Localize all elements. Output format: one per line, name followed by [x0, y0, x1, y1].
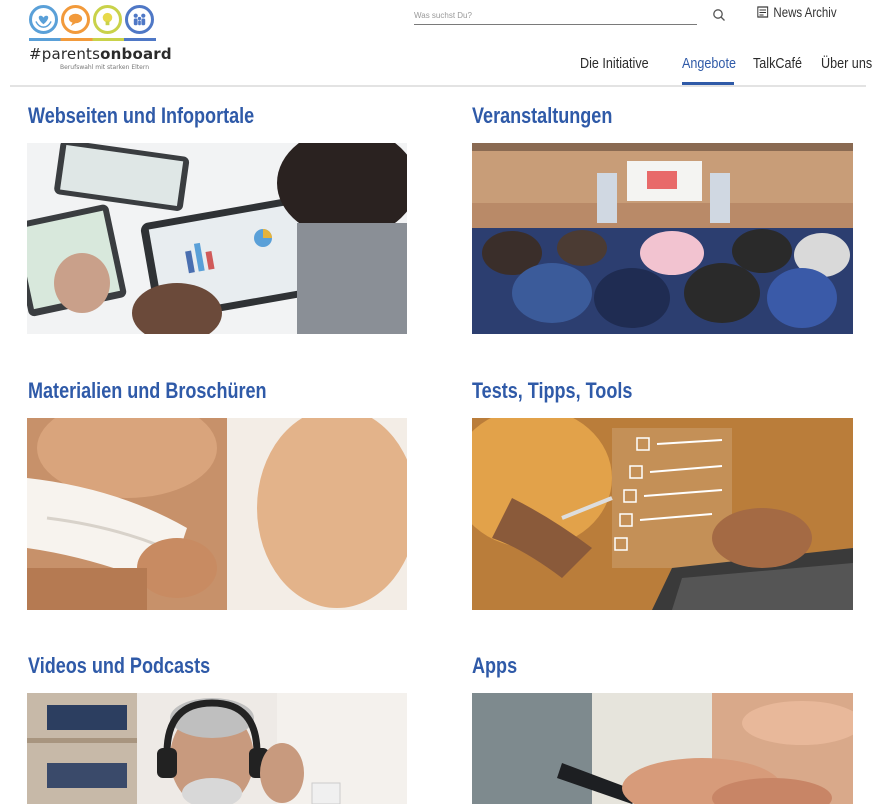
- nav-link-angebote[interactable]: Angebote: [682, 55, 736, 72]
- nav-link-talkcafe[interactable]: TalkCafé: [753, 55, 802, 72]
- nav-link-ueber-uns[interactable]: Über uns: [821, 55, 872, 72]
- main-nav: Die Initiative Angebote TalkCafé Über un…: [580, 55, 877, 85]
- site-header: #parentsonboard Berufswahl mit starken E…: [0, 0, 879, 87]
- news-archive-link[interactable]: News Archiv: [757, 4, 837, 20]
- heart-hands-icon: [29, 5, 58, 34]
- news-archive-label: News Archiv: [773, 4, 837, 20]
- logo-color-bar: [29, 38, 156, 41]
- nav-link-die-initiative[interactable]: Die Initiative: [580, 55, 649, 72]
- card-title-materialien[interactable]: Materialien und Broschüren: [28, 378, 267, 404]
- card-image-apps[interactable]: [472, 693, 853, 804]
- card-title-tests[interactable]: Tests, Tipps, Tools: [472, 378, 632, 404]
- search-input[interactable]: [414, 6, 697, 25]
- card-title-webseiten[interactable]: Webseiten und Infoportale: [28, 103, 254, 129]
- card-title-videos[interactable]: Videos und Podcasts: [28, 653, 210, 679]
- search-icon[interactable]: [712, 8, 726, 22]
- logo-wordmark[interactable]: #parentsonboard: [29, 45, 172, 63]
- nav-item-die-initiative[interactable]: Die Initiative: [580, 55, 666, 85]
- card-image-veranstaltungen[interactable]: [472, 143, 853, 334]
- speech-bubble-icon: [61, 5, 90, 34]
- family-icon: [125, 5, 154, 34]
- logo-tagline: Berufswahl mit starken Eltern: [60, 64, 149, 71]
- logo-wordmark-bold: onboard: [100, 45, 172, 63]
- newspaper-icon: [757, 6, 769, 18]
- card-title-veranstaltungen[interactable]: Veranstaltungen: [472, 103, 612, 129]
- lightbulb-icon: [93, 5, 122, 34]
- card-image-tests[interactable]: [472, 418, 853, 610]
- card-image-videos[interactable]: [27, 693, 407, 804]
- header-divider: [10, 85, 866, 87]
- search-bar: [414, 5, 697, 25]
- card-image-materialien[interactable]: [27, 418, 407, 610]
- card-image-webseiten[interactable]: [27, 143, 407, 334]
- logo-wordmark-prefix: #parents: [29, 45, 101, 63]
- logo[interactable]: [29, 5, 154, 34]
- nav-item-angebote[interactable]: Angebote: [682, 55, 737, 85]
- nav-item-ueber-uns[interactable]: Über uns: [821, 55, 877, 85]
- nav-item-talkcafe[interactable]: TalkCafé: [753, 55, 805, 85]
- card-title-apps[interactable]: Apps: [472, 653, 517, 679]
